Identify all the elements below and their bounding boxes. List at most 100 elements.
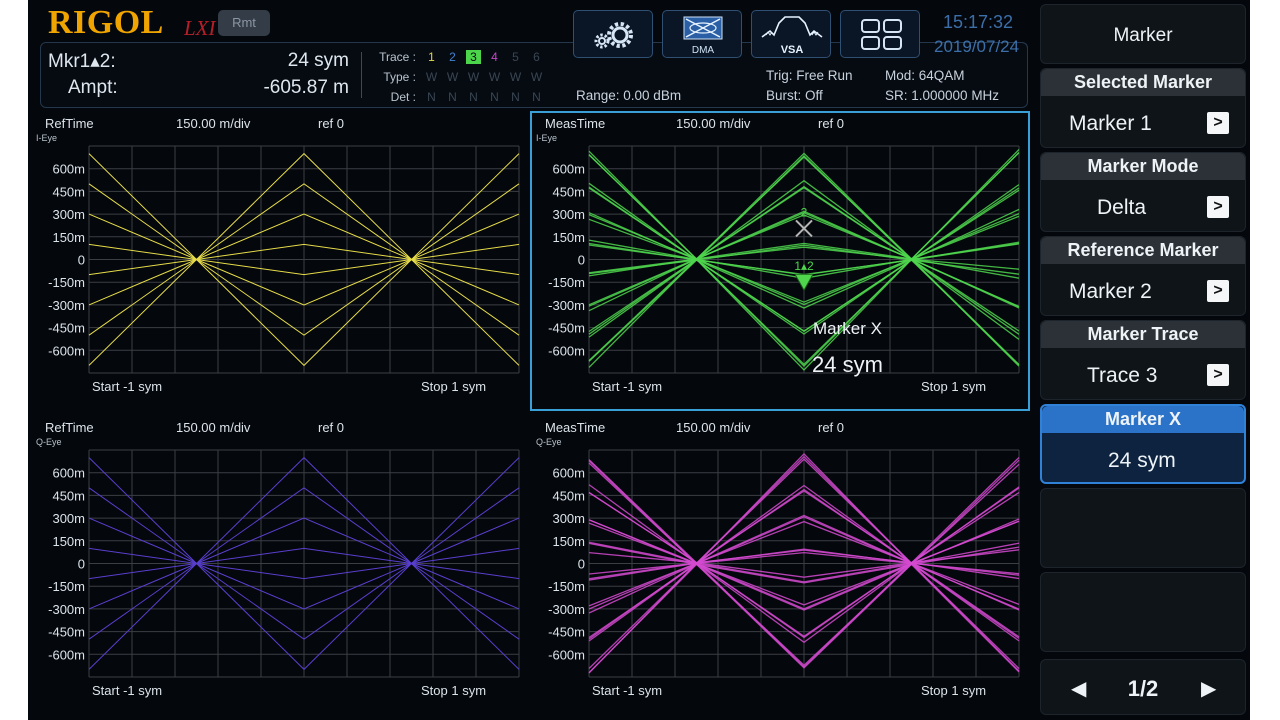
y-tick-label: 450m (552, 184, 585, 199)
page-next-icon[interactable]: ▶ (1201, 676, 1216, 701)
plot-sub-label: I-Eye (36, 133, 58, 143)
y-tick-label: 0 (78, 557, 85, 572)
y-tick-label: 150m (52, 230, 85, 245)
clock-date: 2019/07/24 (934, 37, 1020, 56)
trace-det-cell: N (490, 90, 499, 104)
plot-sub-label: Q-Eye (36, 437, 62, 447)
plot-ref-label: ref 0 (818, 420, 845, 435)
trace-cell: 2 (449, 50, 456, 64)
trace-type-cell: W (530, 70, 543, 84)
y-tick-label: -450m (548, 625, 585, 640)
y-tick-label: 300m (552, 207, 585, 222)
type-row-label: Type : (383, 70, 416, 84)
selected-marker-softkey[interactable]: Selected Marker Marker 1 > (1040, 68, 1246, 148)
chevron-right-icon: > (1207, 196, 1229, 218)
delta-marker-label: 1▴2 (794, 259, 814, 273)
y-tick-label: -300m (548, 602, 585, 617)
y-tick-label: 600m (552, 162, 585, 177)
trace-type-cell: W (509, 70, 522, 84)
plot-mode-label: RefTime (45, 116, 94, 131)
y-tick-label: 600m (552, 466, 585, 481)
plot-sub-label: Q-Eye (536, 437, 562, 447)
y-tick-label: -300m (48, 298, 85, 313)
empty-softkey-1[interactable] (1040, 488, 1246, 568)
menu-title: Marker (1113, 25, 1173, 46)
system-settings-button[interactable] (573, 10, 653, 58)
y-tick-label: -150m (48, 275, 85, 290)
marker-mode-softkey[interactable]: Marker Mode Delta > (1040, 152, 1246, 232)
y-tick-label: -300m (548, 298, 585, 313)
dma-icon: DMA (683, 16, 723, 56)
softkey-label: Marker X (1042, 406, 1244, 433)
trace-cell: 1 (428, 50, 435, 64)
plot-stop-label: Stop 1 sym (921, 683, 987, 698)
y-tick-label: -600m (548, 647, 585, 662)
marker-trace-softkey[interactable]: Marker Trace Trace 3 > (1040, 320, 1246, 400)
y-tick-label: -150m (548, 579, 585, 594)
marker-x-softkey[interactable]: Marker X 24 sym (1040, 404, 1246, 484)
trace-det-cell: N (469, 90, 478, 104)
remote-indicator[interactable]: Rmt (218, 10, 270, 36)
y-tick-label: -450m (48, 625, 85, 640)
y-tick-label: -300m (48, 602, 85, 617)
y-tick-label: 300m (552, 511, 585, 526)
softkey-value: Delta (1097, 196, 1147, 219)
eye-diagram: 600m 450m 300m 150m 0 -150m -300m -450m -600m 2 1▴… (548, 145, 1020, 377)
trigger-status: Trig: Free Run (766, 68, 853, 83)
svg-text:DMA: DMA (692, 45, 715, 56)
y-tick-label: 0 (578, 557, 585, 572)
chevron-right-icon: > (1207, 364, 1229, 386)
ref-q-eye-plot[interactable]: 600m 450m 300m 150m 0 -150m -300m -450m -600m Ref… (32, 417, 528, 713)
plot-mode-label: MeasTime (545, 420, 606, 435)
y-tick-label: 150m (552, 230, 585, 245)
trace-cell: 6 (533, 50, 540, 64)
marker-x-overlay-value: 24 sym (812, 352, 883, 377)
y-tick-label: 150m (552, 534, 585, 549)
softkey-value: Marker 1 (1069, 112, 1152, 135)
softkey-label: Selected Marker (1041, 69, 1245, 96)
plot-scale-label: 150.00 m/div (676, 116, 751, 131)
layout-grid-icon (861, 19, 902, 50)
trace-cell: 5 (512, 50, 519, 64)
y-tick-label: -600m (48, 647, 85, 662)
dma-mode-button[interactable]: DMA (662, 10, 742, 58)
y-tick-label: 0 (78, 253, 85, 268)
marker-x-overlay-title: Marker X (813, 319, 882, 338)
plot-stop-label: Stop 1 sym (921, 379, 987, 394)
plot-scale-label: 150.00 m/div (176, 116, 251, 131)
y-tick-label: -150m (48, 579, 85, 594)
analyzer-screen: RIGOL LXI Rmt Mkr1▴2: 24 sym Ampt: -605.… (28, 0, 1250, 720)
softkey-label: Marker Mode (1041, 153, 1245, 180)
softkey-label: Reference Marker (1041, 237, 1245, 264)
marker-menu-header[interactable]: Marker (1040, 4, 1246, 64)
reference-marker-softkey[interactable]: Reference Marker Marker 2 > (1040, 236, 1246, 316)
y-tick-label: -450m (48, 321, 85, 336)
page-navigator: ◀ 1/2 ▶ (1040, 659, 1246, 715)
eye-diagram: 600m 450m 300m 150m 0 -150m -300m -450m -600m (548, 449, 1020, 678)
chevron-right-icon: > (1207, 280, 1229, 302)
det-row-label: Det : (390, 90, 416, 104)
vsa-icon: VSA (761, 16, 823, 56)
y-tick-label: 600m (52, 466, 85, 481)
meas-i-eye-plot[interactable]: 600m 450m 300m 150m 0 -150m -300m -450m -600m 2 1▴… (530, 111, 1030, 411)
plot-start-label: Start -1 sym (592, 683, 663, 698)
plot-sub-label: I-Eye (536, 133, 558, 143)
chevron-right-icon: > (1207, 112, 1229, 134)
plot-ref-label: ref 0 (318, 116, 345, 131)
symbol-rate-status: SR: 1.000000 MHz (885, 88, 1000, 103)
vsa-mode-button[interactable]: VSA (751, 10, 831, 58)
empty-softkey-2[interactable] (1040, 572, 1246, 652)
plot-mode-label: MeasTime (545, 116, 606, 131)
trace-row-label: Trace : (379, 50, 416, 64)
ref-i-eye-plot[interactable]: 600m 450m 300m 150m 0 -150m -300m -450m -600m Ref… (32, 113, 528, 409)
y-tick-label: -450m (548, 321, 585, 336)
marker-label: Mkr1▴2: (48, 51, 116, 72)
trace-det-cell: N (427, 90, 436, 104)
trace-cell: 4 (491, 50, 498, 64)
plot-ref-label: ref 0 (818, 116, 845, 131)
window-layout-button[interactable] (840, 10, 920, 58)
softkey-value: Marker 2 (1069, 280, 1152, 303)
meas-q-eye-plot[interactable]: 600m 450m 300m 150m 0 -150m -300m -450m -600m Mea… (532, 417, 1028, 713)
eye-diagram: 600m 450m 300m 150m 0 -150m -300m -450m -600m (48, 449, 520, 678)
rigol-logo: RIGOL (48, 4, 164, 41)
